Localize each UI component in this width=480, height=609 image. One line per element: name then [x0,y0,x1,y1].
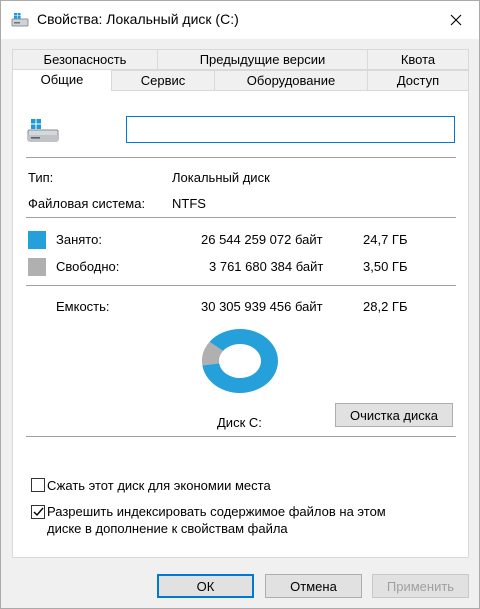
filesystem-label: Файловая система: [28,196,146,211]
divider [26,436,456,437]
capacity-label: Емкость: [56,299,110,314]
capacity-bytes: 30 305 939 456 байт [201,299,323,314]
used-space-label: Занято: [56,232,102,247]
used-space-size: 24,7 ГБ [363,232,408,247]
tab-quota[interactable]: Квота [367,49,469,70]
tab-previous-versions[interactable]: Предыдущие версии [157,49,368,70]
tab-hardware[interactable]: Оборудование [214,70,368,91]
cancel-button[interactable]: Отмена [265,574,362,598]
index-checkbox[interactable] [31,505,45,519]
drive-large-icon [26,118,62,147]
tab-tools[interactable]: Сервис [111,70,215,91]
disk-label: Диск C: [217,415,262,430]
free-space-bytes: 3 761 680 384 байт [209,259,324,274]
used-space-bytes: 26 544 259 072 байт [201,232,323,247]
tab-security[interactable]: Безопасность [12,49,158,70]
index-label-line1[interactable]: Разрешить индексировать содержимое файло… [47,504,386,519]
close-button[interactable] [433,1,479,39]
divider [26,217,456,218]
type-label: Тип: [28,170,54,185]
free-space-swatch [28,258,46,276]
disk-usage-donut [202,329,278,393]
filesystem-value: NTFS [172,196,206,211]
compress-label[interactable]: Сжать этот диск для экономии места [47,478,271,493]
general-tab-panel: Тип: Локальный диск Файловая система: NT… [12,90,469,558]
checkmark-icon [33,505,44,520]
capacity-size: 28,2 ГБ [363,299,408,314]
tab-sharing[interactable]: Доступ [367,70,469,91]
free-space-size: 3,50 ГБ [363,259,408,274]
window-title: Свойства: Локальный диск (C:) [37,11,239,27]
properties-dialog: Свойства: Локальный диск (C:) Безопаснос… [0,0,480,609]
drive-icon [11,12,29,28]
type-value: Локальный диск [172,170,270,185]
ok-label: ОК [196,578,215,594]
apply-label: Применить [386,578,455,594]
disk-cleanup-button[interactable]: Очистка диска [335,403,453,427]
compress-checkbox[interactable] [31,478,45,492]
tab-general[interactable]: Общие [12,69,112,91]
title-bar: Свойства: Локальный диск (C:) [1,1,479,39]
apply-button: Применить [372,574,469,598]
index-label-line2[interactable]: диске в дополнение к свойствам файла [47,521,288,536]
divider [26,157,456,158]
cancel-label: Отмена [290,578,337,594]
divider [26,285,456,286]
used-space-swatch [28,231,46,249]
disk-cleanup-label: Очистка диска [350,407,438,423]
free-space-label: Свободно: [56,259,120,274]
ok-button[interactable]: ОК [157,574,254,598]
close-icon [450,10,462,31]
drive-name-input[interactable] [126,116,455,143]
